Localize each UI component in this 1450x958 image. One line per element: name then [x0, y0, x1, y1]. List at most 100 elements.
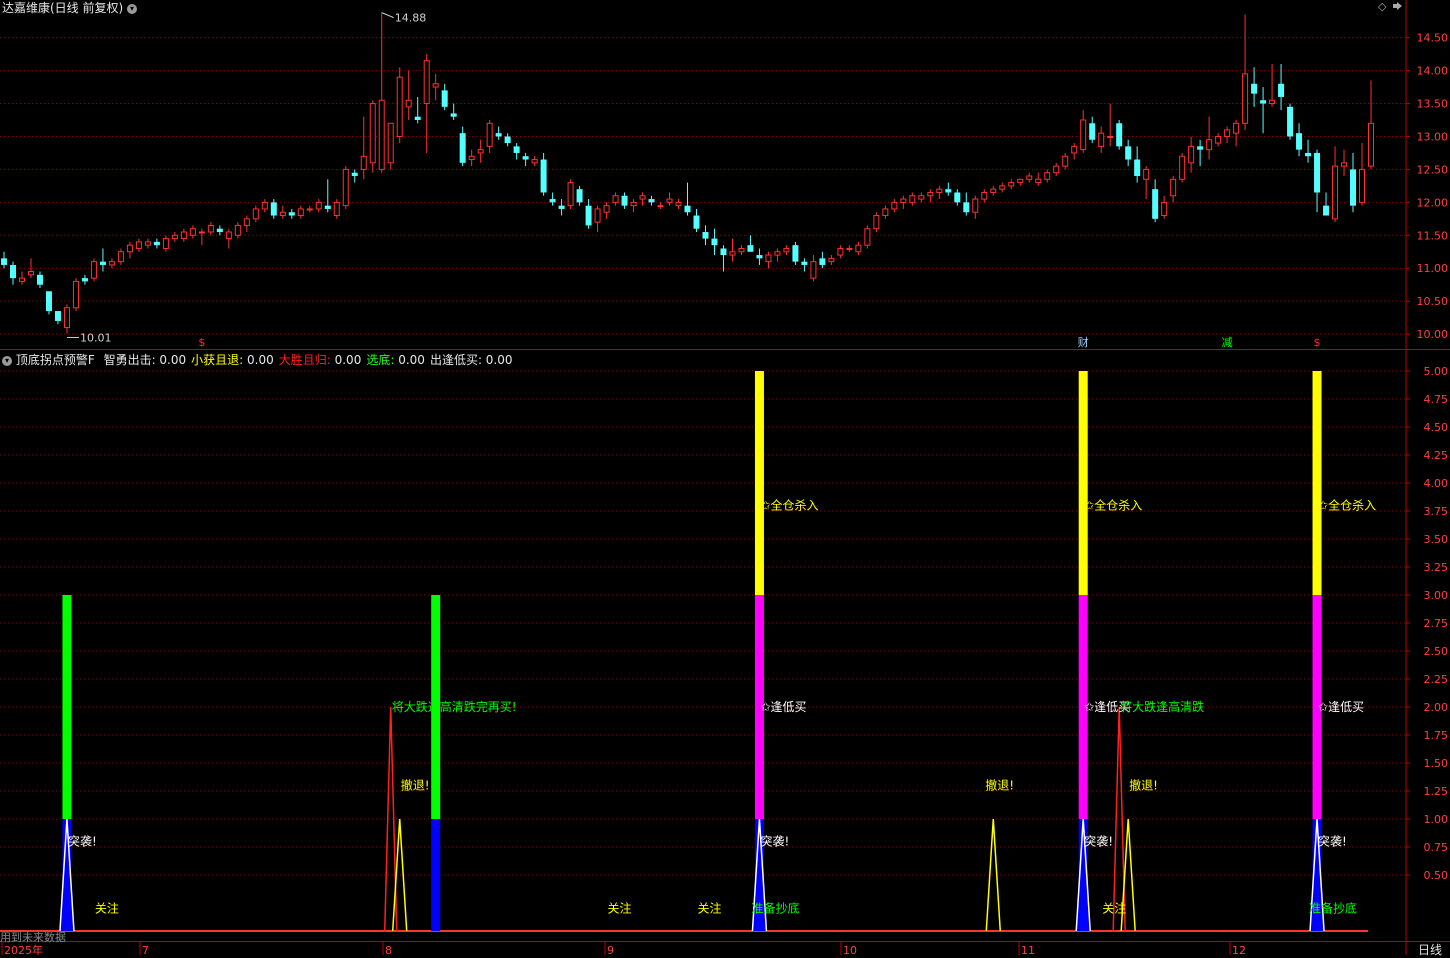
candle-body	[522, 156, 529, 160]
indicator-bar	[1312, 371, 1322, 595]
candle-body	[855, 244, 862, 253]
candle-body	[1035, 178, 1042, 184]
indicator-tick-label: 1.75	[1424, 729, 1449, 742]
candle-body	[1287, 106, 1294, 137]
price-tick-label: 12.50	[1417, 163, 1449, 176]
candle-body	[279, 211, 286, 217]
price-tick-label: 10.50	[1417, 295, 1449, 308]
signal-label: ✩逢低买	[760, 700, 806, 714]
candle-body	[792, 245, 799, 262]
candle-body	[378, 99, 385, 170]
candle-body	[54, 311, 61, 321]
candle-body	[1224, 129, 1231, 137]
price-tick-label: 13.50	[1417, 98, 1449, 111]
indicator-value-3: 选底: 0.00	[366, 353, 425, 367]
price-tick-label: 11.50	[1417, 229, 1449, 242]
candle-body	[1152, 189, 1159, 219]
candle-body	[1026, 175, 1033, 180]
candle-body	[558, 205, 565, 209]
candle-body	[486, 122, 493, 147]
time-label: 12	[1232, 944, 1246, 955]
period-button[interactable]: 日线	[1418, 941, 1442, 958]
indicator-tick-label: 4.75	[1424, 393, 1449, 406]
candle-body	[1143, 168, 1150, 180]
candle-body	[765, 254, 772, 263]
indicator-value-1: 小获且退: 0.00	[191, 353, 274, 367]
candle-body	[252, 208, 259, 220]
signal-label: 关注	[697, 901, 721, 916]
price-tick-label: 14.00	[1417, 65, 1449, 78]
candle-body	[549, 199, 556, 203]
candle-body	[459, 133, 466, 163]
candle-body	[1044, 172, 1051, 180]
candle-body	[1188, 145, 1195, 164]
candle-body	[666, 198, 673, 203]
time-label: 9	[607, 944, 614, 955]
candle-body	[495, 133, 502, 137]
indicator-value-2: 大胜且归: 0.00	[278, 353, 362, 367]
signal-label: ✩逢低买	[1318, 700, 1364, 714]
indicator-header: ▾ 顶底拐点预警F 智勇出击: 0.00 小获且退: 0.00 大胜且归: 0.00…	[2, 351, 513, 368]
indicator-tick-label: 3.00	[1424, 589, 1449, 602]
price-tick-label: 12.00	[1417, 196, 1449, 209]
candle-body	[72, 280, 79, 309]
signal-label: ✩全仓杀入	[1318, 497, 1376, 512]
chevron-down-icon[interactable]: ▾	[2, 355, 12, 366]
candle-body	[1305, 152, 1312, 157]
candle-body	[1170, 178, 1177, 197]
candle-body	[1107, 135, 1114, 138]
candle-body	[126, 244, 133, 253]
signal-label: 突袭!	[68, 833, 97, 848]
candle-body	[36, 274, 43, 285]
indicator-tick-label: 3.25	[1424, 561, 1449, 574]
candle-body	[306, 208, 313, 211]
candle-body	[180, 231, 187, 240]
candle-body	[504, 136, 511, 144]
candle-body	[387, 122, 394, 164]
indicator-tick-label: 2.00	[1424, 701, 1449, 714]
candle-body	[1206, 139, 1213, 151]
candle-body	[675, 201, 682, 207]
signal-label: 突袭!	[1318, 833, 1347, 848]
candle-body	[1053, 165, 1060, 174]
candle-body	[171, 234, 178, 240]
indicator-tick-label: 4.25	[1424, 449, 1449, 462]
indicator-bar	[431, 819, 441, 931]
indicator-tick-label: 1.25	[1424, 785, 1449, 798]
candle-body	[1332, 165, 1339, 220]
candle-body	[45, 291, 52, 312]
candle-body	[531, 159, 538, 164]
future-data-note: 用到未来数据	[0, 931, 66, 944]
signal-label: ✩全仓杀入	[760, 497, 818, 512]
indicator-tick-label: 3.75	[1424, 505, 1449, 518]
candle-body	[207, 224, 214, 233]
candle-body	[1116, 123, 1123, 147]
candle-body	[1350, 169, 1357, 206]
candle-body	[1161, 201, 1168, 217]
candle-body	[270, 202, 277, 216]
candle-body	[1368, 122, 1374, 167]
signal-label: 关注	[1102, 901, 1126, 916]
candle-body	[315, 201, 322, 210]
price-tick-label: 10.00	[1417, 328, 1449, 341]
candle-body	[630, 201, 637, 207]
signal-label: 将大跌逢高清跌完再买!	[392, 699, 517, 714]
candle-body	[702, 232, 709, 239]
candle-body	[1215, 135, 1222, 144]
candle-body	[774, 251, 781, 256]
price-tick-label: 11.00	[1417, 262, 1449, 275]
candle-body	[864, 228, 871, 246]
candle-body	[693, 215, 700, 229]
candle-body	[99, 261, 106, 265]
stock-chart[interactable]: 14.50 14.00 13.50 13.00 12.50 12.00 11.50 11.00…	[0, 0, 1450, 955]
candle-body	[477, 149, 484, 154]
chevron-down-icon[interactable]: ▾	[127, 3, 138, 14]
candle-body	[756, 255, 763, 259]
candle-body	[819, 258, 826, 265]
candle-body	[360, 155, 367, 170]
candle-body	[540, 159, 547, 193]
indicator-tick-label: 2.75	[1424, 617, 1449, 630]
candle-body	[1098, 132, 1105, 147]
signal-label: 撤退!	[1129, 777, 1158, 792]
candle-body	[441, 90, 448, 107]
